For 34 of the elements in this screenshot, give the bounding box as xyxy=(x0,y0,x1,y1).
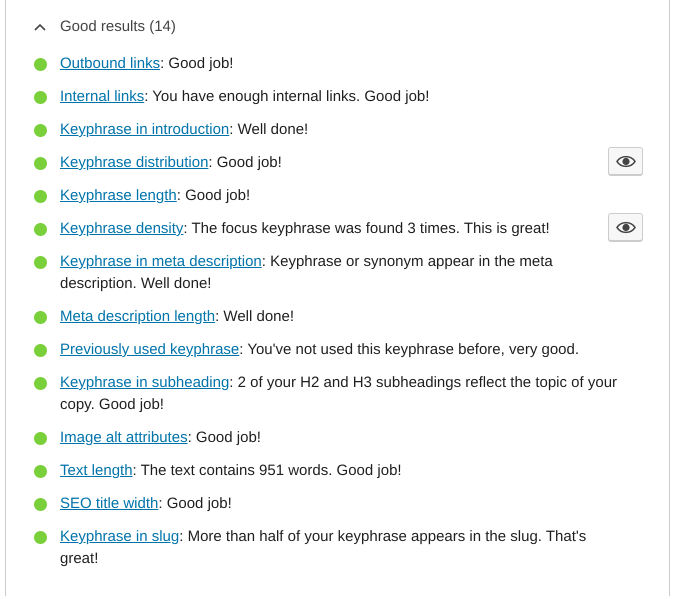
result-link[interactable]: Internal links xyxy=(60,88,144,105)
result-text: Image alt attributes: Good job! xyxy=(60,428,261,448)
result-link[interactable]: Keyphrase in meta description xyxy=(60,253,262,270)
result-link[interactable]: Meta description length xyxy=(60,308,216,325)
result-text: Keyphrase length: Good job! xyxy=(60,186,250,206)
result-link[interactable]: Keyphrase in slug xyxy=(60,528,180,545)
result-text: Keyphrase in subheading: 2 of your H2 and H3 subheadings reflect the topic of your copy. Good job! xyxy=(60,373,618,415)
result-text: Previously used keyphrase: You've not used this keyphrase before, very good. xyxy=(60,340,580,360)
result-text: SEO title width: Good job! xyxy=(60,494,232,514)
result-link[interactable]: Keyphrase distribution xyxy=(60,154,208,171)
caret-icon xyxy=(34,23,46,31)
result-link[interactable]: Keyphrase length xyxy=(60,187,177,204)
eye-icon xyxy=(616,154,636,168)
result-link[interactable]: Keyphrase density xyxy=(60,220,184,237)
section-toggle[interactable]: Good results (14) xyxy=(34,16,176,38)
result-text: Keyphrase in slug: More than half of your keyphrase appears in the slug. That's great! xyxy=(60,527,588,569)
eye-icon xyxy=(616,220,636,234)
result-link[interactable]: SEO title width xyxy=(60,495,158,512)
result-text: Keyphrase distribution: Good job! xyxy=(60,153,282,173)
result-text: Keyphrase density: The focus keyphrase was found 3 times. This is great! xyxy=(60,219,550,239)
result-text: Internal links: You have enough internal links. Good job! xyxy=(60,87,430,107)
result-text: Keyphrase in introduction: Well done! xyxy=(60,120,308,140)
result-link[interactable]: Keyphrase in introduction xyxy=(60,121,230,138)
result-link[interactable]: Outbound links xyxy=(60,55,160,72)
result-link[interactable]: Keyphrase in subheading xyxy=(60,374,230,391)
result-text: Outbound links: Good job! xyxy=(60,54,234,74)
result-link[interactable]: Image alt attributes xyxy=(60,429,188,446)
result-text: Keyphrase in meta description: Keyphrase or synonym appear in the meta description. Well done! xyxy=(60,252,554,294)
highlight-button[interactable] xyxy=(608,213,643,241)
result-link[interactable]: Previously used keyphrase xyxy=(60,341,240,358)
result-link[interactable]: Text length xyxy=(60,462,133,479)
highlight-button[interactable] xyxy=(608,147,643,175)
result-text: Text length: The text contains 951 words. Good job! xyxy=(60,461,402,481)
result-text: Meta description length: Well done! xyxy=(60,307,294,327)
